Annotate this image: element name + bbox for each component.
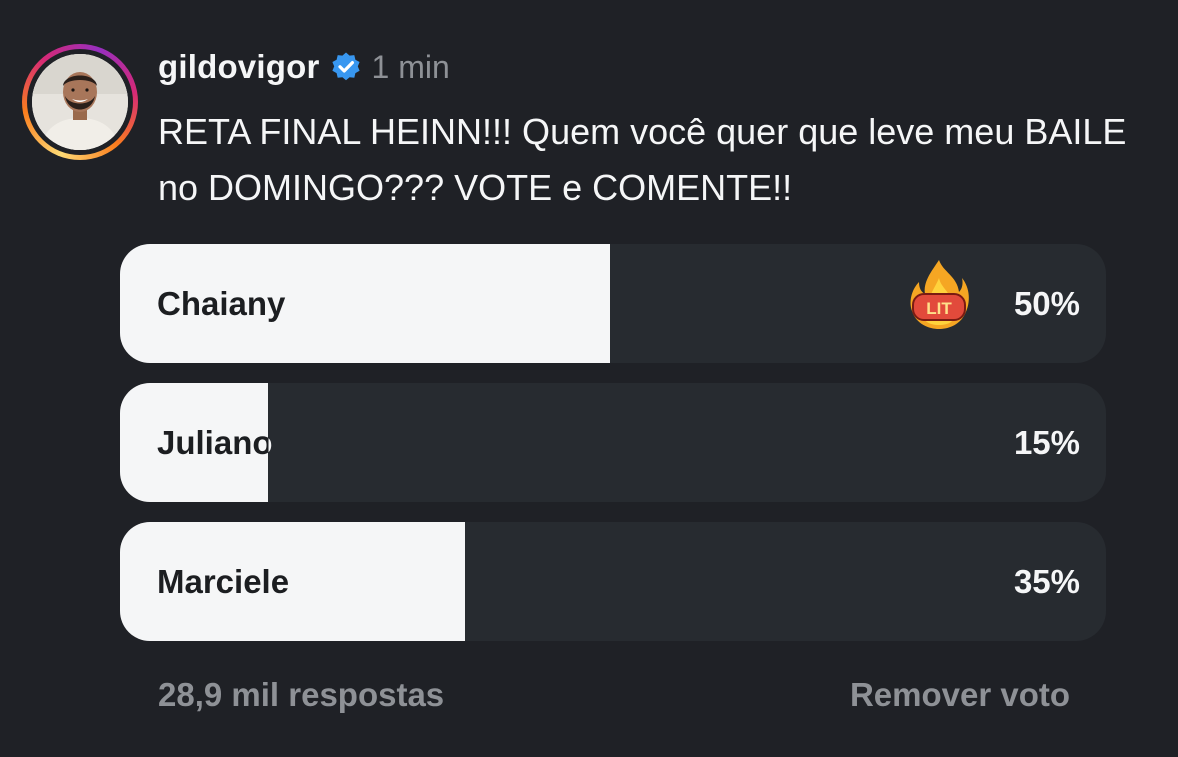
poll: Chaiany LIT 50% Juliano 15% Marciele 35%	[120, 244, 1106, 661]
verified-badge-icon	[330, 51, 362, 83]
poll-option-label: Chaiany	[157, 285, 286, 322]
post-header: gildovigor 1 min	[158, 44, 450, 90]
poll-option-marciele[interactable]: Marciele 35%	[120, 522, 1106, 641]
poll-footer: 28,9 mil respostas Remover voto	[158, 676, 1070, 714]
poll-option-chaiany[interactable]: Chaiany LIT 50%	[120, 244, 1106, 363]
lit-badge-text: LIT	[926, 299, 952, 318]
remove-vote-button[interactable]: Remover voto	[850, 676, 1070, 714]
poll-option-percent: 15%	[1013, 424, 1080, 461]
poll-option-percent: 50%	[1013, 285, 1080, 322]
timestamp: 1 min	[371, 48, 450, 85]
poll-post-screen: gildovigor 1 min RETA FINAL HEINN!!! Que…	[0, 0, 1178, 757]
username[interactable]: gildovigor	[158, 48, 320, 86]
post-text: RETA FINAL HEINN!!! Quem você quer que l…	[158, 111, 1127, 208]
poll-option-label: Juliano	[157, 383, 273, 502]
lit-fire-icon: LIT	[907, 258, 971, 330]
poll-option-label: Marciele	[157, 563, 290, 600]
avatar[interactable]	[32, 54, 128, 150]
responses-count: 28,9 mil respostas	[158, 676, 445, 713]
story-ring[interactable]	[22, 44, 138, 160]
avatar-image	[32, 54, 128, 150]
avatar-gap	[27, 49, 133, 155]
poll-option-juliano[interactable]: Juliano 15%	[120, 383, 1106, 502]
poll-option-percent: 35%	[1013, 563, 1080, 600]
